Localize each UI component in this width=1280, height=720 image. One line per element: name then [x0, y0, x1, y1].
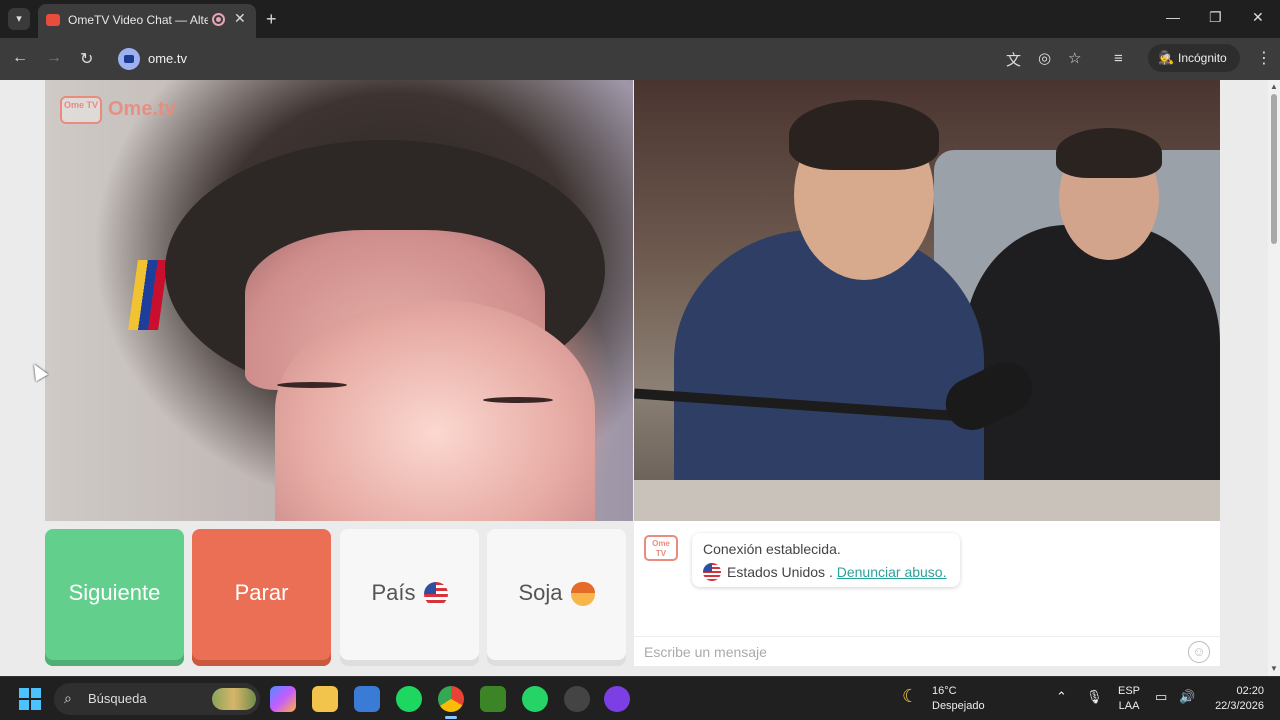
chevron-up-icon[interactable]: ⌃: [1056, 689, 1067, 705]
logo-text: Ome.tv: [108, 98, 176, 120]
desk: [634, 480, 1220, 521]
ometv-logo: Ome TV Ome.tv: [60, 92, 190, 128]
country-button[interactable]: País: [340, 529, 479, 666]
microphone-icon[interactable]: 🎙: [1086, 689, 1103, 705]
scroll-up-arrow[interactable]: ▲: [1270, 82, 1278, 91]
partner-video: [634, 80, 1220, 521]
reload-button[interactable]: ↻: [80, 49, 93, 69]
whatsapp-icon[interactable]: [522, 686, 548, 712]
page-content: Ome TV Ome.tv Siguiente Parar País Soja …: [0, 80, 1268, 676]
close-window-button[interactable]: ✕: [1252, 9, 1264, 26]
forward-button[interactable]: →: [46, 49, 62, 67]
hair-left: [789, 100, 939, 170]
gender-button-label: Soja: [518, 580, 563, 605]
minimize-button[interactable]: —: [1166, 9, 1180, 25]
copilot-icon[interactable]: [270, 686, 296, 712]
search-label: Búsqueda: [88, 691, 147, 706]
restore-button[interactable]: ❐: [1209, 9, 1222, 26]
language-indicator[interactable]: ESP LAA: [1118, 684, 1140, 714]
translate-icon[interactable]: 文: [1006, 49, 1021, 70]
eye-left: [277, 382, 347, 388]
chrome-icon[interactable]: [438, 686, 464, 719]
partner-country-line: Estados Unidos . Denunciar abuso.: [703, 563, 946, 581]
partner-country: Estados Unidos .: [727, 564, 833, 580]
tab-strip: ▾ OmeTV Video Chat — Alternativa a Omegl…: [0, 0, 1280, 38]
page-scrollbar[interactable]: ▲ ▼: [1268, 80, 1280, 676]
clock[interactable]: 02:20 22/3/2026: [1208, 684, 1264, 714]
url-text: ome.tv: [148, 51, 188, 66]
microsoft-store-icon[interactable]: [354, 686, 380, 712]
incognito-badge[interactable]: 🕵 Incógnito: [1148, 44, 1240, 72]
spotify-icon[interactable]: [396, 686, 422, 712]
scroll-down-arrow[interactable]: ▼: [1270, 664, 1278, 673]
taskbar-search[interactable]: ⌕ Búsqueda: [54, 683, 260, 715]
eye-off-icon[interactable]: ◎: [1038, 49, 1051, 67]
system-message: Conexión establecida. Estados Unidos . D…: [692, 533, 960, 587]
person-left: [674, 230, 984, 521]
media-controls-icon[interactable]: ≡: [1114, 50, 1123, 67]
bookmark-star-icon[interactable]: ☆: [1068, 49, 1081, 67]
weather-temp: 16°C: [932, 685, 957, 697]
site-info-icon[interactable]: [118, 48, 140, 70]
weather-moon-icon[interactable]: ☾: [902, 686, 918, 707]
windows-taskbar: ⌕ Búsqueda ☾ 16°C Despejado ⌃ 🎙 ESP LAA ▭ …: [0, 676, 1280, 720]
tab-close-button[interactable]: ✕: [234, 10, 246, 27]
tab-ometv[interactable]: OmeTV Video Chat — Alternativa a Omegle …: [38, 4, 256, 38]
file-explorer-icon[interactable]: [312, 686, 338, 712]
country-button-label: País: [371, 580, 416, 605]
network-icon[interactable]: ▭: [1155, 689, 1167, 705]
us-flag-icon: [423, 582, 448, 607]
message-input[interactable]: [644, 641, 1164, 663]
browser-menu-button[interactable]: ⋮: [1256, 48, 1272, 68]
eye-right: [483, 397, 553, 403]
windows-start-icon[interactable]: [19, 688, 41, 710]
report-abuse-link[interactable]: Denunciar abuso.: [837, 564, 947, 580]
stop-button[interactable]: Parar: [192, 529, 331, 666]
lang-line-1: ESP: [1118, 685, 1141, 697]
gender-button[interactable]: Soja: [487, 529, 626, 666]
wall-flag: [128, 260, 168, 330]
tab-search-button[interactable]: ▾: [8, 8, 30, 30]
next-button[interactable]: Siguiente: [45, 529, 184, 666]
clock-time: 02:20: [1236, 685, 1264, 697]
message-input-bar: ☺: [634, 636, 1220, 666]
local-video: Ome TV Ome.tv: [45, 80, 633, 521]
cortana-icon[interactable]: [604, 686, 630, 712]
incognito-label: Incógnito: [1178, 51, 1227, 65]
scroll-thumb[interactable]: [1271, 94, 1277, 244]
volume-icon[interactable]: 🔊: [1179, 689, 1195, 705]
chat-ometv-logo-icon: Ome TV: [644, 535, 678, 561]
back-button[interactable]: ←: [12, 49, 28, 67]
logo-tv-icon: Ome TV: [60, 96, 102, 124]
hair-right: [1056, 128, 1162, 178]
ometv-favicon-icon: [46, 14, 60, 26]
person-emoji-icon: [570, 582, 595, 607]
minecraft-icon[interactable]: [480, 686, 506, 712]
incognito-icon: 🕵: [1158, 50, 1175, 65]
tab-title: OmeTV Video Chat — Alternativa a Omegle: [68, 13, 208, 27]
weather-widget[interactable]: 16°C Despejado: [932, 684, 985, 714]
search-highlight-image: [212, 688, 256, 710]
us-flag-small-icon: [703, 563, 721, 581]
emoji-icon[interactable]: ☺: [1188, 641, 1210, 663]
recording-indicator-icon: [212, 13, 225, 26]
new-tab-button[interactable]: +: [266, 9, 277, 30]
address-bar[interactable]: ome.tv 文 ◎ ☆: [110, 43, 1140, 75]
search-icon: ⌕: [64, 690, 72, 706]
face-lower: [275, 300, 595, 521]
clock-date: 22/3/2026: [1215, 700, 1264, 712]
connection-status: Conexión establecida.: [703, 541, 841, 557]
browser-toolbar: ← → ↻ ome.tv 文 ◎ ☆ ≡ 🕵 Incógnito ⋮: [0, 38, 1280, 80]
weather-desc: Despejado: [932, 700, 985, 712]
obs-icon[interactable]: [564, 686, 590, 712]
lang-line-2: LAA: [1118, 700, 1140, 712]
